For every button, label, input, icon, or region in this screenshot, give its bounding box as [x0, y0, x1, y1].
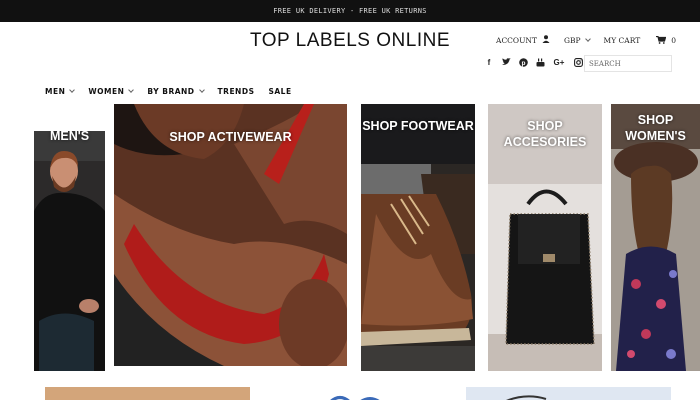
nav-item-trends[interactable]: TRENDS [218, 87, 255, 96]
chevron-down-icon [198, 87, 205, 93]
promo-image-3[interactable] [466, 387, 671, 400]
cart-count-link[interactable]: 0 [656, 35, 676, 46]
nav-item-men[interactable]: MEN [45, 87, 76, 96]
nav-label: TRENDS [217, 87, 255, 96]
chevron-down-icon [128, 87, 135, 93]
cart-icon [656, 35, 667, 46]
announcement-bar: FREE UK DELIVERY - FREE UK RETURNS [0, 0, 700, 22]
cart-count: 0 [671, 36, 676, 45]
footwear-boot-image [361, 104, 475, 371]
account-link[interactable]: ACCOUNT [496, 35, 550, 46]
currency-select[interactable]: GBP [563, 36, 591, 45]
nav-label: SALE [268, 87, 292, 96]
tile-label: SHOP ACTIVEWEAR [169, 130, 292, 144]
mens-model-image [34, 131, 105, 371]
account-label: ACCOUNT [496, 36, 537, 45]
nav-item-sale[interactable]: SALE [268, 87, 291, 96]
chevron-down-icon [69, 87, 76, 93]
cart-label: MY CART [603, 36, 641, 45]
tile-label: SHOP FOOTWEAR [362, 119, 474, 133]
user-icon [542, 35, 550, 46]
nav-item-women[interactable]: WOMEN [88, 87, 135, 96]
svg-text:p: p [521, 60, 525, 67]
instagram-icon[interactable] [573, 57, 583, 67]
facebook-icon[interactable]: f [484, 57, 494, 67]
account-bar: ACCOUNT GBP MY CART 0 [482, 35, 676, 46]
tile-shop-activewear[interactable]: SHOP ACTIVEWEAR [114, 104, 347, 366]
promo-logo-image [330, 396, 380, 400]
tile-shop-mens[interactable]: SHOP MEN'S [34, 131, 105, 371]
cart-link[interactable]: MY CART [604, 36, 641, 45]
promo-swoosh-image [505, 395, 547, 400]
tile-shop-footwear[interactable]: SHOP FOOTWEAR [361, 104, 475, 371]
womens-model-image [611, 104, 700, 371]
nav-label: MEN [45, 87, 66, 96]
nav-label: BY BRAND [147, 87, 195, 96]
promo-image-2[interactable] [320, 387, 410, 400]
pinterest-icon[interactable]: p [518, 57, 528, 67]
search-input[interactable] [584, 55, 672, 72]
announcement-text: FREE UK DELIVERY - FREE UK RETURNS [273, 7, 427, 15]
social-links: f p G+ [484, 57, 583, 67]
currency-label: GBP [563, 36, 581, 45]
nav-label: WOMEN [88, 87, 125, 96]
main-nav: MEN WOMEN BY BRAND TRENDS SALE [45, 87, 306, 96]
nav-item-by-brand[interactable]: BY BRAND [147, 87, 205, 96]
google-plus-icon[interactable]: G+ [552, 57, 566, 67]
tile-label: SHOP WOMEN'S [625, 113, 686, 143]
tile-shop-accessories[interactable]: SHOP ACCESORIES [488, 104, 602, 371]
tile-label: SHOP ACCESORIES [503, 119, 587, 149]
tile-shop-womens[interactable]: SHOP WOMEN'S [611, 104, 700, 371]
youtube-icon[interactable] [535, 57, 545, 67]
twitter-icon[interactable] [501, 57, 511, 67]
tile-label: SHOP MEN'S [49, 131, 90, 143]
promo-image-1[interactable] [45, 387, 250, 400]
chevron-down-icon [584, 36, 591, 42]
